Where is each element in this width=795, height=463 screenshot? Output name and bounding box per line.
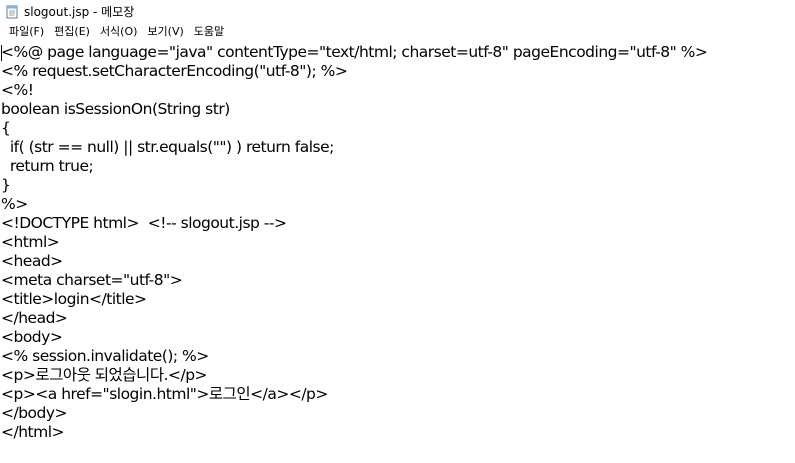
text-line: if( (str == null) || str.equals("") ) re… xyxy=(1,138,335,156)
text-line: <p><a href="slogin.html">로그인</a></p> xyxy=(1,385,328,403)
text-line: <body> xyxy=(1,328,63,346)
notepad-icon xyxy=(5,4,19,19)
text-line: return true; xyxy=(1,157,94,175)
text-line: <html> xyxy=(1,233,60,251)
menu-edit[interactable]: 편집(E) xyxy=(49,23,95,41)
text-line: </body> xyxy=(1,404,68,422)
text-line: <title>login</title> xyxy=(1,290,147,308)
text-line: <%@ page language="java" contentType="te… xyxy=(1,43,708,61)
notepad-window: slogout.jsp - 메모장 파일(F) 편집(E) 서식(O) 보기(V) 도움… xyxy=(0,0,795,463)
menu-format[interactable]: 서식(O) xyxy=(95,23,142,41)
text-line: </html> xyxy=(1,423,65,441)
text-caret xyxy=(1,45,2,61)
text-line: <% request.setCharacterEncoding("utf-8")… xyxy=(1,62,348,80)
menu-bar: 파일(F) 편집(E) 서식(O) 보기(V) 도움말 xyxy=(0,22,795,42)
title-bar: slogout.jsp - 메모장 xyxy=(0,0,795,22)
text-line: <head> xyxy=(1,252,63,270)
text-line: boolean isSessionOn(String str) xyxy=(1,100,230,118)
text-line: { xyxy=(1,119,11,137)
text-line: <p>로그아웃 되었습니다.</p> xyxy=(1,366,208,384)
text-line: %> xyxy=(1,195,28,213)
window-title: slogout.jsp - 메모장 xyxy=(24,4,135,19)
text-line: <meta charset="utf-8"> xyxy=(1,271,183,289)
text-line: <% session.invalidate(); %> xyxy=(1,347,209,365)
text-editor[interactable]: <%@ page language="java" contentType="te… xyxy=(0,43,795,463)
menu-help[interactable]: 도움말 xyxy=(189,23,229,41)
text-line: <%! xyxy=(1,81,34,99)
text-line: </head> xyxy=(1,309,68,327)
text-line: <!DOCTYPE html> <!-- slogout.jsp --> xyxy=(1,214,287,232)
text-line: } xyxy=(1,176,11,194)
menu-file[interactable]: 파일(F) xyxy=(4,23,49,41)
menu-view[interactable]: 보기(V) xyxy=(142,23,188,41)
